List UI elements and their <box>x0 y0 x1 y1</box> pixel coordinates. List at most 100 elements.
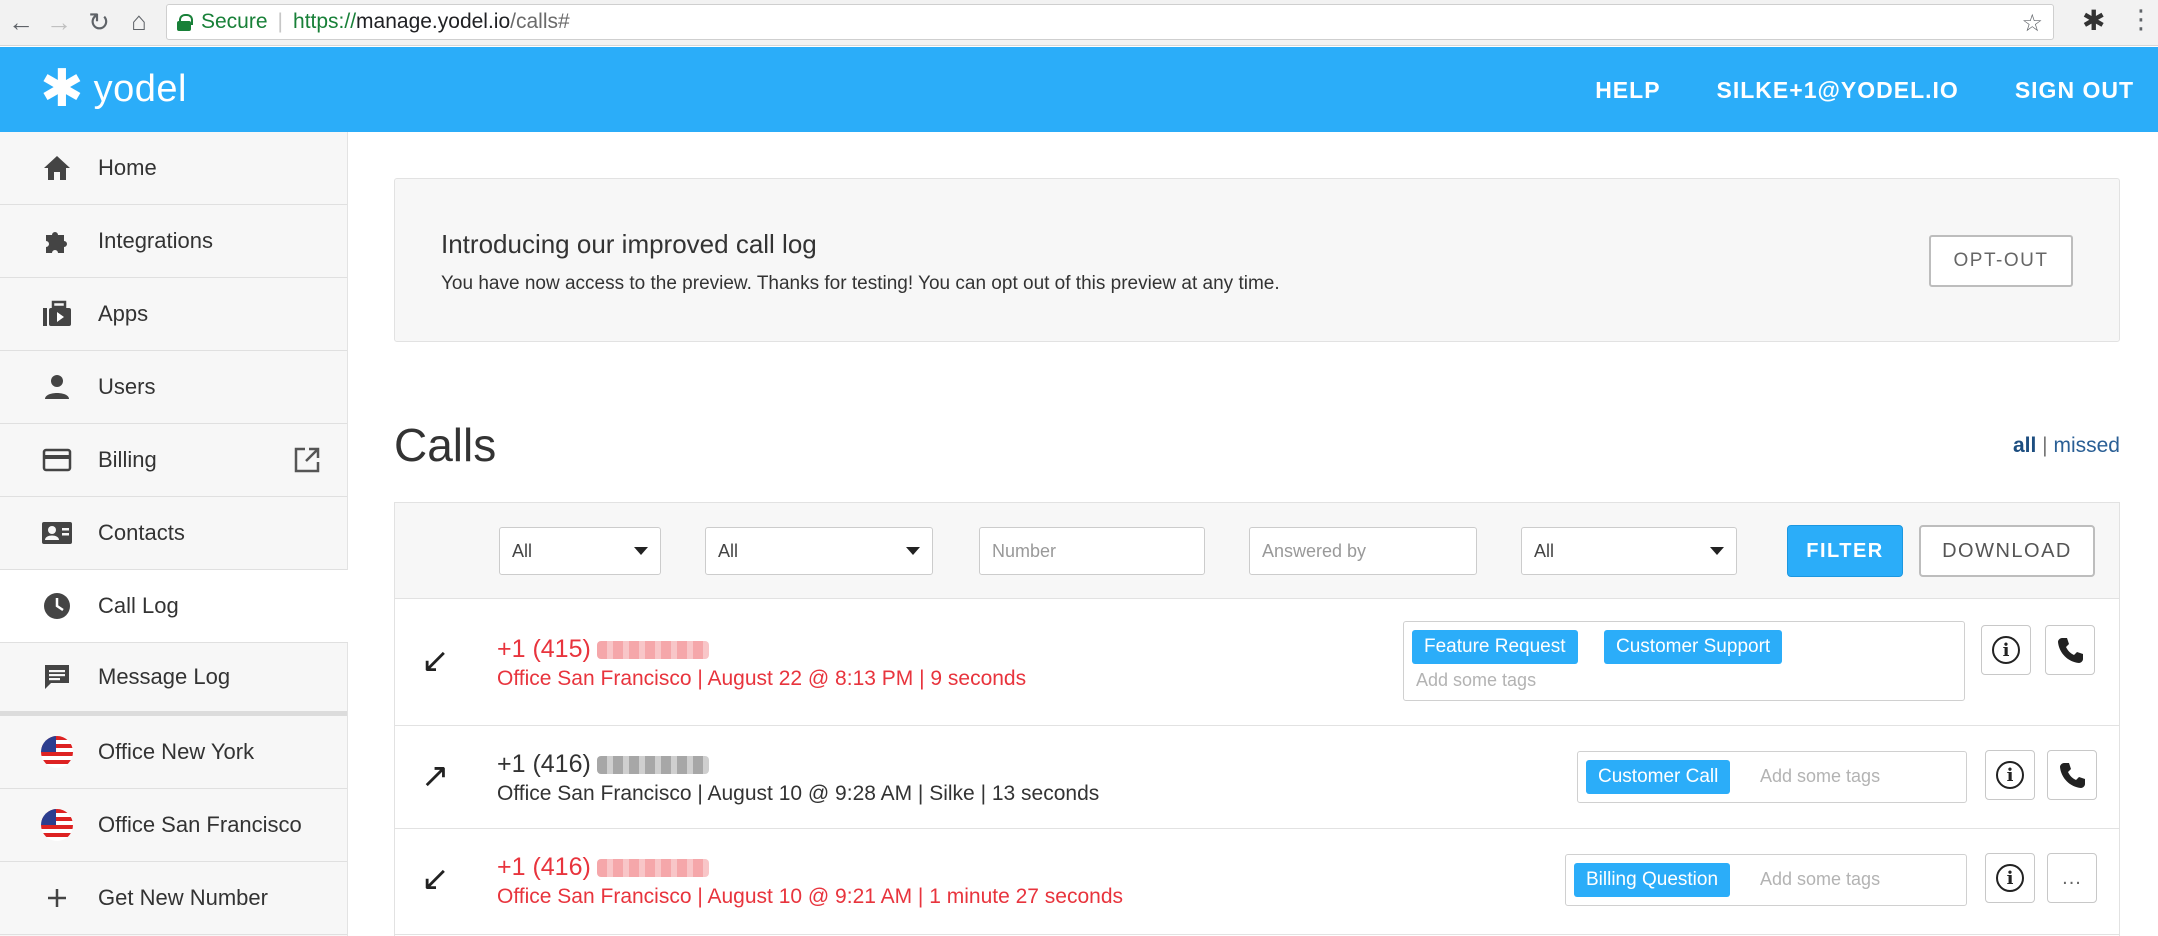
call-info-button[interactable]: i <box>1985 750 2035 800</box>
contact-card-icon <box>40 516 74 550</box>
header-nav: HELP SILKE+1@YODEL.IO SIGN OUT <box>1595 77 2134 104</box>
table-row[interactable]: ↙ +1 (416) Office San Francisco | August… <box>395 829 2119 935</box>
banner-text: You have now access to the preview. Than… <box>441 273 1280 294</box>
browser-menu-icon[interactable]: ⋮ <box>2128 4 2154 35</box>
sidebar-item-call-log[interactable]: Call Log <box>0 570 348 643</box>
incoming-call-arrow-icon: ↙ <box>421 642 450 680</box>
sidebar-item-home[interactable]: Home <box>0 132 347 205</box>
credit-card-icon <box>40 443 74 477</box>
forward-arrow-icon[interactable]: → <box>40 3 78 41</box>
page-title: Calls <box>394 419 497 471</box>
redacted-number <box>596 859 709 878</box>
puzzle-icon <box>40 224 74 258</box>
account-link[interactable]: SILKE+1@YODEL.IO <box>1717 77 1959 104</box>
filter-button[interactable]: FILTER <box>1787 525 1903 577</box>
us-flag-icon <box>40 735 74 769</box>
url-path: /calls# <box>510 10 570 33</box>
status-select[interactable]: All <box>1521 527 1737 575</box>
redacted-number <box>596 641 709 660</box>
sidebar-item-users[interactable]: Users <box>0 351 347 424</box>
back-arrow-icon[interactable]: ← <box>2 3 40 41</box>
sidebar-item-label: Contacts <box>98 520 185 545</box>
address-bar[interactable]: Secure | https://manage.yodel.io/calls# … <box>166 4 2054 40</box>
sidebar-item-label: Apps <box>98 301 149 326</box>
tag-placeholder: Add some tags <box>1760 869 1881 889</box>
call-back-button[interactable] <box>2045 625 2095 675</box>
direction-select[interactable]: All <box>499 527 661 575</box>
message-icon <box>40 660 74 694</box>
phone-icon <box>2058 638 2083 663</box>
call-info-button[interactable]: i <box>1985 853 2035 903</box>
office-select[interactable]: All <box>705 527 933 575</box>
chevron-down-icon <box>634 547 648 555</box>
view-missed-link[interactable]: missed <box>2053 434 2120 457</box>
more-actions-button[interactable]: ... <box>2047 853 2097 903</box>
user-icon <box>40 370 74 404</box>
incoming-call-arrow-icon: ↙ <box>421 860 450 898</box>
caller-number: +1 (416) <box>497 750 709 779</box>
sidebar-item-message-log[interactable]: Message Log <box>0 643 347 716</box>
phone-icon <box>2060 763 2085 788</box>
address-separator: | <box>277 10 284 33</box>
opt-out-button[interactable]: OPT-OUT <box>1929 235 2073 287</box>
calls-panel: All All Number Answered by All FILTER DO… <box>394 502 2120 936</box>
sidebar-item-label: Office San Francisco <box>98 812 302 837</box>
sidebar-item-label: Integrations <box>98 228 213 253</box>
help-link[interactable]: HELP <box>1595 77 1660 104</box>
tag-chip[interactable]: Billing Question <box>1574 863 1731 897</box>
answered-by-placeholder: Answered by <box>1262 540 1367 561</box>
caller-number: +1 (416) <box>497 853 709 882</box>
tag-chip[interactable]: Feature Request <box>1412 630 1578 664</box>
extension-asterisk-icon[interactable]: ✱ <box>2082 4 2105 37</box>
caller-number-text: +1 (416) <box>497 750 591 778</box>
download-button[interactable]: DOWNLOAD <box>1919 525 2095 577</box>
url-protocol: https:// <box>293 10 357 33</box>
sidebar: Home Integrations Apps Users Billing Con… <box>0 132 348 936</box>
secure-label: Secure <box>201 10 268 33</box>
view-all-link[interactable]: all <box>2013 434 2036 457</box>
tag-input[interactable]: Billing Question Add some tags <box>1565 854 1967 906</box>
sidebar-item-label: Get New Number <box>98 885 268 910</box>
sidebar-item-contacts[interactable]: Contacts <box>0 497 347 570</box>
call-details: Office San Francisco | August 10 @ 9:21 … <box>497 885 1124 908</box>
sidebar-item-billing[interactable]: Billing <box>0 424 347 497</box>
number-placeholder: Number <box>992 540 1057 561</box>
direction-select-value: All <box>512 540 533 561</box>
chevron-down-icon <box>906 547 920 555</box>
bookmark-star-icon[interactable]: ☆ <box>2021 9 2043 38</box>
table-row[interactable]: ↙ +1 (415) Office San Francisco | August… <box>395 599 2119 726</box>
home-icon <box>40 151 74 185</box>
sidebar-item-get-new-number[interactable]: Get New Number <box>0 862 347 935</box>
tag-placeholder: Add some tags <box>1760 766 1881 786</box>
call-info-button[interactable]: i <box>1981 625 2031 675</box>
url-host: manage.yodel.io <box>356 10 511 33</box>
sidebar-item-office-san-francisco[interactable]: Office San Francisco <box>0 789 347 862</box>
tag-input[interactable]: Feature Request Customer Support Add som… <box>1403 621 1965 701</box>
external-link-icon[interactable] <box>293 446 321 481</box>
call-back-button[interactable] <box>2047 750 2097 800</box>
redacted-number <box>596 756 709 775</box>
answered-by-input[interactable]: Answered by <box>1249 527 1477 575</box>
info-icon: i <box>1996 864 2024 892</box>
sidebar-item-label: Home <box>98 155 157 180</box>
tag-input[interactable]: Customer Call Add some tags <box>1577 751 1967 803</box>
clock-icon <box>40 589 74 623</box>
reload-icon[interactable]: ↻ <box>80 3 118 41</box>
sidebar-item-label: Office New York <box>98 739 255 764</box>
number-input[interactable]: Number <box>979 527 1205 575</box>
tag-chip[interactable]: Customer Call <box>1586 760 1731 794</box>
sign-out-link[interactable]: SIGN OUT <box>2015 77 2134 104</box>
us-flag-icon <box>40 808 74 842</box>
home-browser-icon[interactable]: ⌂ <box>120 2 158 40</box>
sidebar-item-office-new-york[interactable]: Office New York <box>0 716 347 789</box>
sidebar-item-integrations[interactable]: Integrations <box>0 205 347 278</box>
sidebar-item-apps[interactable]: Apps <box>0 278 347 351</box>
sidebar-item-label: Message Log <box>98 664 231 689</box>
caller-number-text: +1 (416) <box>497 853 591 881</box>
info-icon: i <box>1992 636 2020 664</box>
table-row[interactable]: ↗ +1 (416) Office San Francisco | August… <box>395 726 2119 829</box>
apps-icon <box>40 297 74 331</box>
tag-chip[interactable]: Customer Support <box>1604 630 1783 664</box>
call-details: Office San Francisco | August 10 @ 9:28 … <box>497 782 1100 805</box>
yodel-logo[interactable]: ✱ yodel <box>40 63 187 115</box>
